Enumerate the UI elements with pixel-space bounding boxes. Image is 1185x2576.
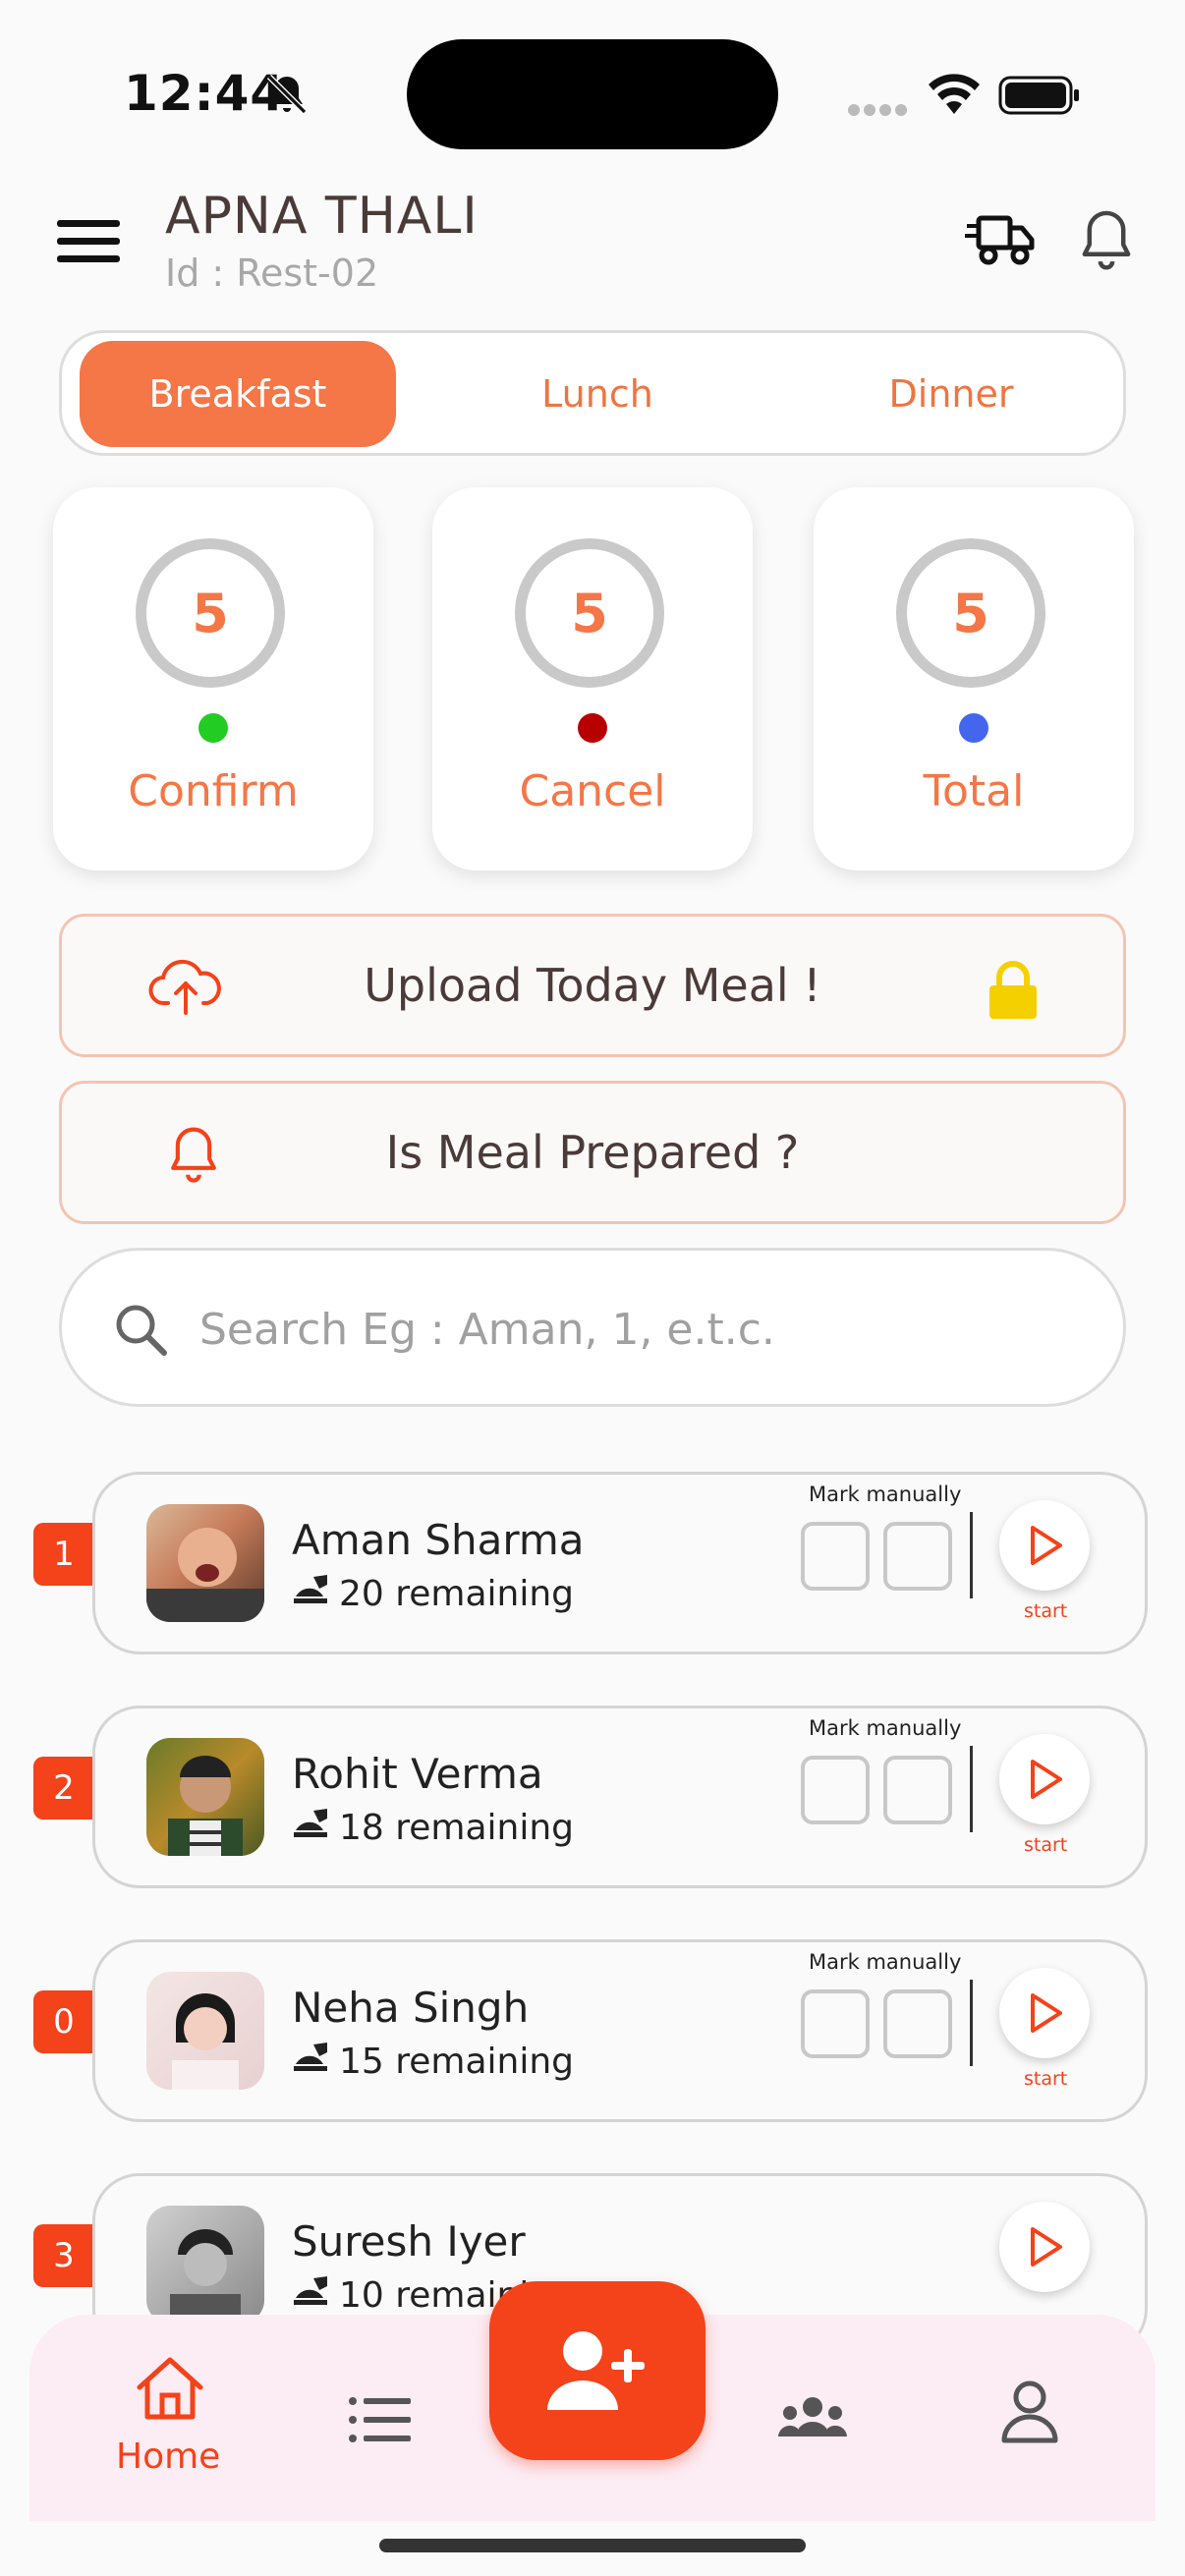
food-tray-icon — [292, 1807, 331, 1849]
start-label: start — [1024, 1834, 1068, 1856]
battery-icon — [998, 75, 1081, 116]
total-label: Total — [923, 766, 1025, 816]
tab-breakfast[interactable]: Breakfast — [80, 341, 396, 447]
customer-row[interactable]: Neha Singh 15 remaining Mark manually st… — [92, 1939, 1148, 2122]
meals-remaining-text: 15 remaining — [339, 2042, 575, 2082]
total-count: 5 — [896, 538, 1045, 688]
mark-manually-label: Mark manually — [809, 1483, 962, 1506]
stat-card-confirm[interactable]: 5 Confirm — [53, 487, 373, 870]
customer-number-badge: 1 — [33, 1523, 94, 1586]
wifi-icon — [928, 73, 981, 116]
mark-checkbox-2[interactable] — [883, 1522, 952, 1591]
avatar — [146, 2206, 264, 2324]
customer-number-badge: 0 — [33, 1990, 94, 2053]
lock-icon — [986, 960, 1041, 1021]
confirm-status-dot — [198, 713, 228, 743]
cancel-label: Cancel — [519, 766, 666, 816]
meals-remaining-text: 18 remaining — [339, 1808, 575, 1848]
delivery-truck-icon[interactable] — [965, 212, 1036, 267]
tab-lunch[interactable]: Lunch — [439, 341, 756, 447]
nav-home-label[interactable]: Home — [116, 2436, 220, 2477]
stat-card-cancel[interactable]: 5 Cancel — [432, 487, 753, 870]
start-button[interactable] — [999, 1968, 1090, 2058]
food-tray-icon — [292, 2041, 331, 2083]
customer-name: Suresh Iyer — [292, 2217, 526, 2266]
start-label: start — [1024, 1600, 1068, 1622]
list-icon[interactable] — [348, 2395, 411, 2444]
play-icon — [1031, 1760, 1062, 1799]
divider — [970, 1746, 973, 1832]
confirm-count: 5 — [136, 538, 285, 688]
food-tray-icon — [292, 2274, 331, 2317]
mark-checkbox-2[interactable] — [883, 1756, 952, 1824]
play-icon — [1031, 1526, 1062, 1565]
profile-icon[interactable] — [1000, 2380, 1059, 2444]
search-input[interactable] — [199, 1290, 1064, 1369]
customer-name: Neha Singh — [292, 1984, 530, 2032]
cancel-count: 5 — [515, 538, 664, 688]
customer-name: Aman Sharma — [292, 1516, 585, 1564]
home-icon — [137, 2357, 203, 2420]
stat-card-total[interactable]: 5 Total — [814, 487, 1134, 870]
divider — [970, 1980, 973, 2066]
mark-checkbox-1[interactable] — [801, 1522, 870, 1591]
upload-meal-button[interactable]: Upload Today Meal ! — [59, 914, 1126, 1057]
mark-checkbox-2[interactable] — [883, 1989, 952, 2058]
divider — [970, 1512, 973, 1598]
customer-number-badge: 2 — [33, 1757, 94, 1820]
customer-number-badge: 3 — [33, 2224, 94, 2287]
bell-muted-icon — [263, 71, 310, 118]
meals-remaining-text: 20 remaining — [339, 1574, 575, 1614]
upload-meal-label: Upload Today Meal ! — [364, 959, 821, 1012]
meals-remaining: 15 remaining — [292, 2041, 574, 2083]
cancel-status-dot — [578, 713, 607, 743]
start-label: start — [1024, 2068, 1068, 2090]
total-status-dot — [959, 713, 988, 743]
app-title: APNA THALI — [165, 187, 479, 246]
avatar — [146, 1972, 264, 2090]
confirm-label: Confirm — [128, 766, 299, 816]
customer-row[interactable]: Aman Sharma 20 remaining Mark manually s… — [92, 1472, 1148, 1654]
group-icon[interactable] — [776, 2395, 849, 2444]
meals-remaining: 18 remaining — [292, 1807, 574, 1849]
add-user-button[interactable] — [489, 2281, 705, 2460]
start-button[interactable] — [999, 1500, 1090, 1591]
play-icon — [1031, 1993, 1062, 2033]
restaurant-id: Id : Rest-02 — [165, 252, 379, 295]
mark-checkbox-1[interactable] — [801, 1989, 870, 2058]
avatar — [146, 1504, 264, 1622]
meal-prepared-label: Is Meal Prepared ? — [385, 1126, 800, 1179]
meal-prepared-button[interactable]: Is Meal Prepared ? — [59, 1081, 1126, 1224]
avatar — [146, 1738, 264, 1856]
search-bar — [59, 1248, 1126, 1407]
mark-manually-label: Mark manually — [809, 1950, 962, 1974]
start-button[interactable] — [999, 2202, 1090, 2292]
customer-row[interactable]: Rohit Verma 18 remaining Mark manually s… — [92, 1706, 1148, 1888]
start-button[interactable] — [999, 1734, 1090, 1824]
customer-name: Rohit Verma — [292, 1750, 543, 1798]
tab-dinner[interactable]: Dinner — [793, 341, 1109, 447]
home-indicator — [379, 2539, 806, 2552]
mark-manually-label: Mark manually — [809, 1716, 962, 1740]
notification-bell-icon[interactable] — [1077, 208, 1136, 271]
dynamic-island — [407, 39, 778, 149]
add-user-icon — [547, 2331, 645, 2410]
play-icon — [1031, 2227, 1062, 2267]
menu-icon[interactable] — [57, 218, 120, 265]
search-icon — [113, 1302, 168, 1357]
mark-checkbox-1[interactable] — [801, 1756, 870, 1824]
meal-tabs: Breakfast Lunch Dinner — [59, 330, 1126, 456]
cellular-signal-icon — [847, 102, 910, 116]
meals-remaining: 20 remaining — [292, 1573, 574, 1615]
status-time: 12:44 — [124, 65, 286, 122]
food-tray-icon — [292, 1573, 331, 1615]
